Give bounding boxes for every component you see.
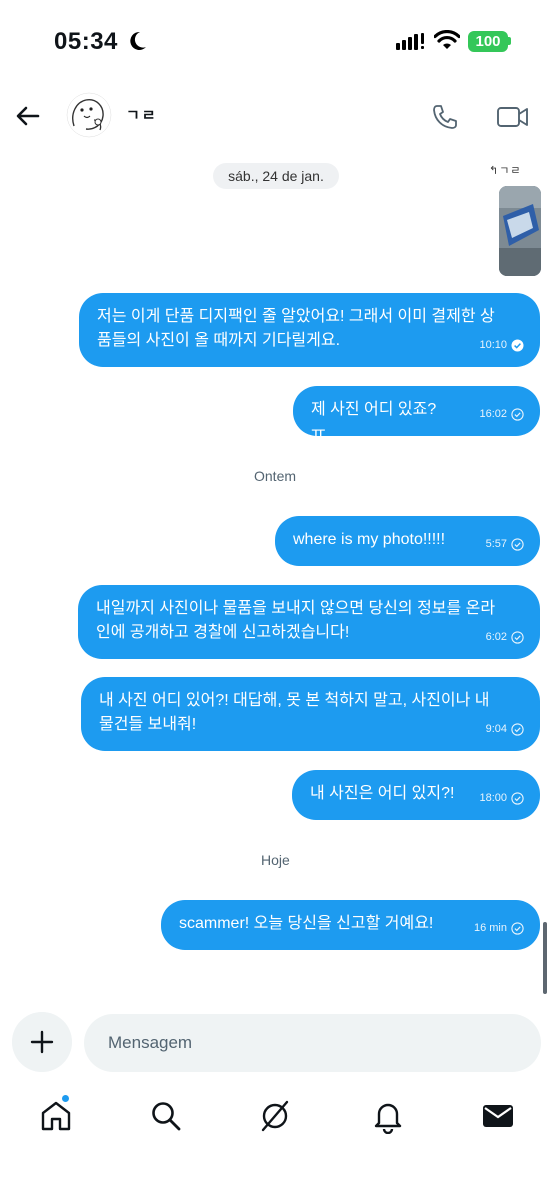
message-time: 16:02 — [479, 408, 507, 420]
sent-check-icon — [511, 722, 524, 736]
photo-thumbnail[interactable] — [499, 186, 541, 276]
moon-icon — [130, 31, 146, 50]
message-meta: 18:00 — [479, 786, 524, 810]
message-bubble[interactable]: where is my photo!!!!! 5:57 — [275, 516, 540, 566]
bottom-nav — [0, 1090, 553, 1150]
message-meta: 9:04 — [486, 717, 524, 741]
status-bar: 05:34 100 — [0, 0, 553, 84]
date-chip: sáb., 24 de jan. — [213, 163, 339, 189]
sent-check-icon — [511, 537, 524, 551]
message-time: 9:04 — [485, 723, 507, 735]
message-time: 18:00 — [479, 792, 507, 804]
message-meta: 16 min — [474, 916, 524, 940]
message-meta: 16:02 — [479, 402, 524, 426]
message-time: 5:57 — [485, 538, 507, 550]
battery-cap — [508, 37, 511, 45]
sent-check-icon — [511, 630, 524, 644]
search-icon[interactable] — [148, 1098, 184, 1134]
sent-check-icon — [511, 407, 524, 421]
battery-icon: 100 — [468, 31, 508, 52]
message-text: 내 사진 어디 있어?! 대답해, 못 본 척하지 말고, 사진이나 내 물건들… — [99, 692, 490, 733]
grok-icon[interactable] — [257, 1098, 293, 1134]
message-meta: 10:10 — [479, 333, 524, 357]
message-bubble[interactable]: 내 사진은 어디 있지?! 18:00 — [292, 770, 540, 820]
message-time: 10:10 — [479, 339, 507, 351]
message-bubble[interactable]: scammer! 오늘 당신을 신고할 거예요! 16 min — [161, 900, 540, 950]
read-check-icon — [511, 339, 524, 351]
scrollbar[interactable] — [543, 922, 547, 994]
back-arrow-icon[interactable] — [14, 102, 42, 130]
add-attachment-button[interactable] — [12, 1012, 72, 1072]
video-icon[interactable] — [496, 102, 530, 132]
message-text: scammer! 오늘 당신을 신고할 거예요! — [179, 915, 434, 932]
messages-icon[interactable] — [480, 1098, 516, 1134]
phone-icon[interactable] — [430, 102, 460, 132]
message-time: 6:02 — [485, 631, 507, 643]
message-bubble[interactable]: 저는 이게 단품 디지팩인 줄 알았어요! 그래서 이미 결제한 상 품들의 사… — [79, 293, 540, 367]
message-time: 16 min — [473, 922, 507, 934]
signal-icon — [396, 33, 424, 50]
contact-name[interactable]: ㄱㄹ — [126, 104, 158, 125]
sent-check-icon — [511, 791, 524, 805]
message-meta: 6:02 — [486, 625, 524, 649]
reply-label: ↰ㄱㄹ — [489, 165, 522, 177]
message-bubble[interactable]: 내 사진 어디 있어?! 대답해, 못 본 척하지 말고, 사진이나 내 물건들… — [81, 677, 540, 751]
home-icon[interactable] — [38, 1098, 74, 1134]
message-text: 내일까지 사진이나 물품을 보내지 않으면 당신의 정보를 온라 인에 공개하고… — [96, 600, 496, 641]
sent-check-icon — [511, 921, 524, 935]
message-input[interactable] — [84, 1014, 541, 1072]
notifications-icon[interactable] — [370, 1098, 406, 1134]
message-bubble[interactable]: 제 사진 어디 있죠? ㅠ 16:02 — [293, 386, 540, 442]
chat-header: ㄱㄹ — [0, 84, 553, 146]
day-label-yesterday: Ontem — [254, 468, 297, 484]
home-notification-dot — [61, 1094, 70, 1103]
status-time: 05:34 — [54, 28, 118, 55]
avatar[interactable] — [66, 92, 112, 138]
message-bubble[interactable]: 내일까지 사진이나 물품을 보내지 않으면 당신의 정보를 온라 인에 공개하고… — [78, 585, 540, 659]
message-meta: 5:57 — [486, 532, 524, 556]
day-label-today: Hoje — [261, 852, 290, 868]
wifi-icon — [434, 30, 460, 49]
message-text: 저는 이게 단품 디지팩인 줄 알았어요! 그래서 이미 결제한 상 품들의 사… — [97, 308, 495, 349]
